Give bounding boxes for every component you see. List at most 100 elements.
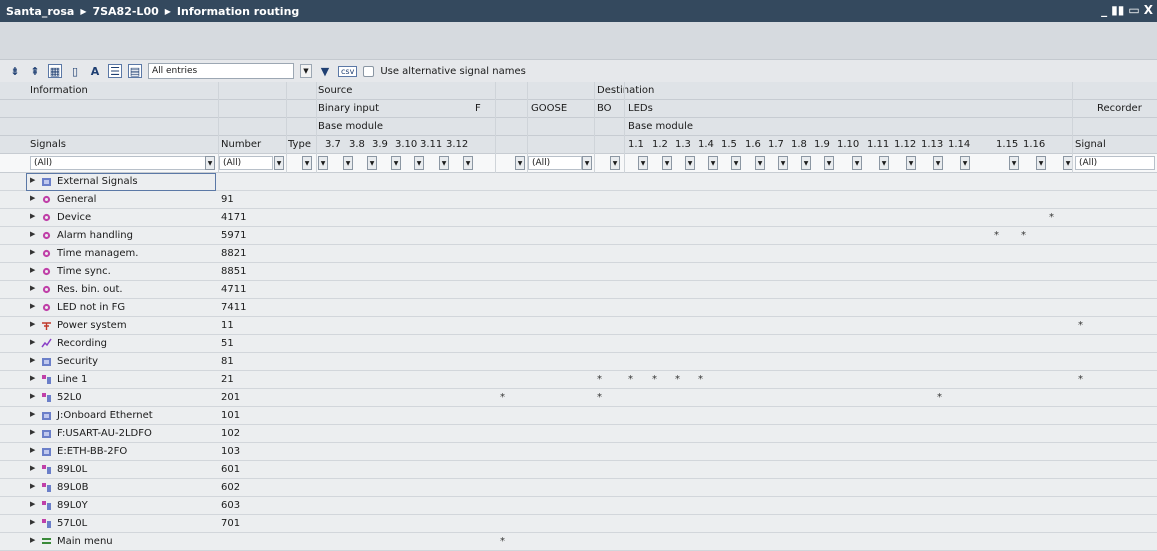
- led-column[interactable]: 1.4: [698, 139, 714, 150]
- number-filter[interactable]: (All): [219, 156, 273, 170]
- chevron-down-icon[interactable]: ▼: [302, 156, 312, 170]
- routing-marker-goose[interactable]: *: [500, 392, 505, 403]
- chevron-down-icon[interactable]: ▼: [933, 156, 943, 170]
- table-row[interactable]: ▶ 89L0Y 603: [0, 497, 1157, 515]
- expand-arrow-icon[interactable]: ▶: [30, 500, 35, 508]
- led-column[interactable]: 1.6: [745, 139, 761, 150]
- base-module-header-dest[interactable]: Base module: [628, 121, 693, 132]
- f-header[interactable]: F: [475, 103, 481, 114]
- expand-arrow-icon[interactable]: ▶: [30, 536, 35, 544]
- base-module-header[interactable]: Base module: [318, 121, 383, 132]
- routing-marker-goose[interactable]: *: [500, 536, 505, 547]
- table-row[interactable]: ▶ Main menu *: [0, 533, 1157, 551]
- led-column[interactable]: 1.3: [675, 139, 691, 150]
- routing-marker-1.14[interactable]: *: [1021, 230, 1026, 241]
- routing-marker-bo[interactable]: *: [597, 374, 602, 385]
- led-column[interactable]: 1.5: [721, 139, 737, 150]
- expand-arrow-icon[interactable]: ▶: [30, 482, 35, 490]
- expand-arrow-icon[interactable]: ▶: [30, 248, 35, 256]
- routing-marker-bo[interactable]: *: [597, 392, 602, 403]
- chevron-down-icon[interactable]: ▼: [801, 156, 811, 170]
- bi-column[interactable]: 3.9: [372, 139, 388, 150]
- table-row[interactable]: ▶ 52L0 201 * * *: [0, 389, 1157, 407]
- tile-icon[interactable]: ▮▮: [1111, 3, 1124, 17]
- f-filter[interactable]: (All): [528, 156, 582, 170]
- led-column[interactable]: 1.9: [814, 139, 830, 150]
- destination-header[interactable]: Destination: [597, 85, 654, 96]
- expand-arrow-icon[interactable]: ▶: [30, 338, 35, 346]
- chevron-down-icon[interactable]: ▼: [755, 156, 765, 170]
- source-header[interactable]: Source: [318, 85, 352, 96]
- chevron-down-icon[interactable]: ▼: [274, 156, 284, 170]
- binary-input-header[interactable]: Binary input: [318, 103, 379, 114]
- routing-marker-sig[interactable]: *: [1078, 374, 1083, 385]
- filter-combobox[interactable]: All entries: [148, 63, 294, 79]
- table-row[interactable]: ▶ 57L0L 701: [0, 515, 1157, 533]
- font-icon[interactable]: A: [88, 64, 102, 78]
- expand-arrow-icon[interactable]: ▶: [30, 212, 35, 220]
- table-row[interactable]: ▶ Recording 51: [0, 335, 1157, 353]
- expand-arrow-icon[interactable]: ▶: [30, 320, 35, 328]
- chevron-down-icon[interactable]: ▼: [852, 156, 862, 170]
- chevron-down-icon[interactable]: ▼: [463, 156, 473, 170]
- maximize-icon[interactable]: ▭: [1128, 3, 1139, 17]
- chevron-down-icon[interactable]: ▼: [367, 156, 377, 170]
- chevron-down-icon[interactable]: ▼: [906, 156, 916, 170]
- chevron-down-icon[interactable]: ▼: [318, 156, 328, 170]
- table-row[interactable]: ▶ Time managem. 8821: [0, 245, 1157, 263]
- bi-column[interactable]: 3.8: [349, 139, 365, 150]
- chevron-down-icon[interactable]: ▼: [685, 156, 695, 170]
- column-icon[interactable]: ▯: [68, 64, 82, 78]
- bi-column[interactable]: 3.11: [420, 139, 442, 150]
- table-row[interactable]: ▶ Line 1 21 * * * * * *: [0, 371, 1157, 389]
- led-column[interactable]: 1.12: [894, 139, 916, 150]
- bi-column[interactable]: 3.7: [325, 139, 341, 150]
- chevron-down-icon[interactable]: ▼: [708, 156, 718, 170]
- expand-arrow-icon[interactable]: ▶: [30, 302, 35, 310]
- expand-arrow-icon[interactable]: ▶: [30, 194, 35, 202]
- signals-column-header[interactable]: Signals: [30, 139, 66, 150]
- expand-arrow-icon[interactable]: ▶: [30, 266, 35, 274]
- chevron-down-icon[interactable]: ▼: [824, 156, 834, 170]
- led-column[interactable]: 1.8: [791, 139, 807, 150]
- minimize-icon[interactable]: _: [1101, 3, 1107, 17]
- expand-arrow-icon[interactable]: ▶: [30, 428, 35, 436]
- close-icon[interactable]: X: [1144, 3, 1153, 17]
- type-column-header[interactable]: Type: [288, 139, 311, 150]
- chevron-down-icon[interactable]: ▼: [439, 156, 449, 170]
- chevron-down-icon[interactable]: ▼: [1009, 156, 1019, 170]
- chevron-down-icon[interactable]: ▼: [610, 156, 620, 170]
- chevron-down-icon[interactable]: ▼: [638, 156, 648, 170]
- expand-arrow-icon[interactable]: ▶: [30, 392, 35, 400]
- expand-arrow-icon[interactable]: ▶: [30, 356, 35, 364]
- chevron-down-icon[interactable]: ▼: [582, 156, 592, 170]
- table-row[interactable]: ▶ External Signals: [0, 173, 1157, 191]
- chevron-down-icon[interactable]: ▼: [731, 156, 741, 170]
- table-row[interactable]: ▶ F:USART-AU-2LDFO 102: [0, 425, 1157, 443]
- chevron-down-icon[interactable]: ▼: [205, 156, 215, 170]
- table-row[interactable]: ▶ General 91: [0, 191, 1157, 209]
- chevron-down-icon[interactable]: ▼: [343, 156, 353, 170]
- expand-arrow-icon[interactable]: ▶: [30, 284, 35, 292]
- led-column[interactable]: 1.13: [921, 139, 943, 150]
- routing-marker-rec[interactable]: *: [1049, 212, 1054, 223]
- table-row[interactable]: ▶ Time sync. 8851: [0, 263, 1157, 281]
- chevron-down-icon[interactable]: ▼: [960, 156, 970, 170]
- chevron-down-icon[interactable]: ▼: [1036, 156, 1046, 170]
- chevron-down-icon[interactable]: ▼: [414, 156, 424, 170]
- led-column[interactable]: 1.14: [948, 139, 970, 150]
- expand-arrow-icon[interactable]: ▶: [30, 410, 35, 418]
- detail-view-icon[interactable]: ▤: [128, 64, 142, 78]
- table-row[interactable]: ▶ J:Onboard Ethernet 101: [0, 407, 1157, 425]
- led-column[interactable]: 1.10: [837, 139, 859, 150]
- led-column[interactable]: 1.15: [996, 139, 1018, 150]
- chevron-down-icon[interactable]: ▼: [300, 64, 312, 78]
- breadcrumb-project[interactable]: Santa_rosa: [6, 5, 74, 18]
- routing-marker-1.2[interactable]: *: [652, 374, 657, 385]
- chevron-down-icon[interactable]: ▼: [515, 156, 525, 170]
- table-row[interactable]: ▶ Alarm handling 5971 * *: [0, 227, 1157, 245]
- expand-arrow-icon[interactable]: ▶: [30, 518, 35, 526]
- chevron-down-icon[interactable]: ▼: [879, 156, 889, 170]
- csv-export-button[interactable]: csv: [338, 65, 358, 77]
- bo-header[interactable]: BO: [597, 103, 612, 114]
